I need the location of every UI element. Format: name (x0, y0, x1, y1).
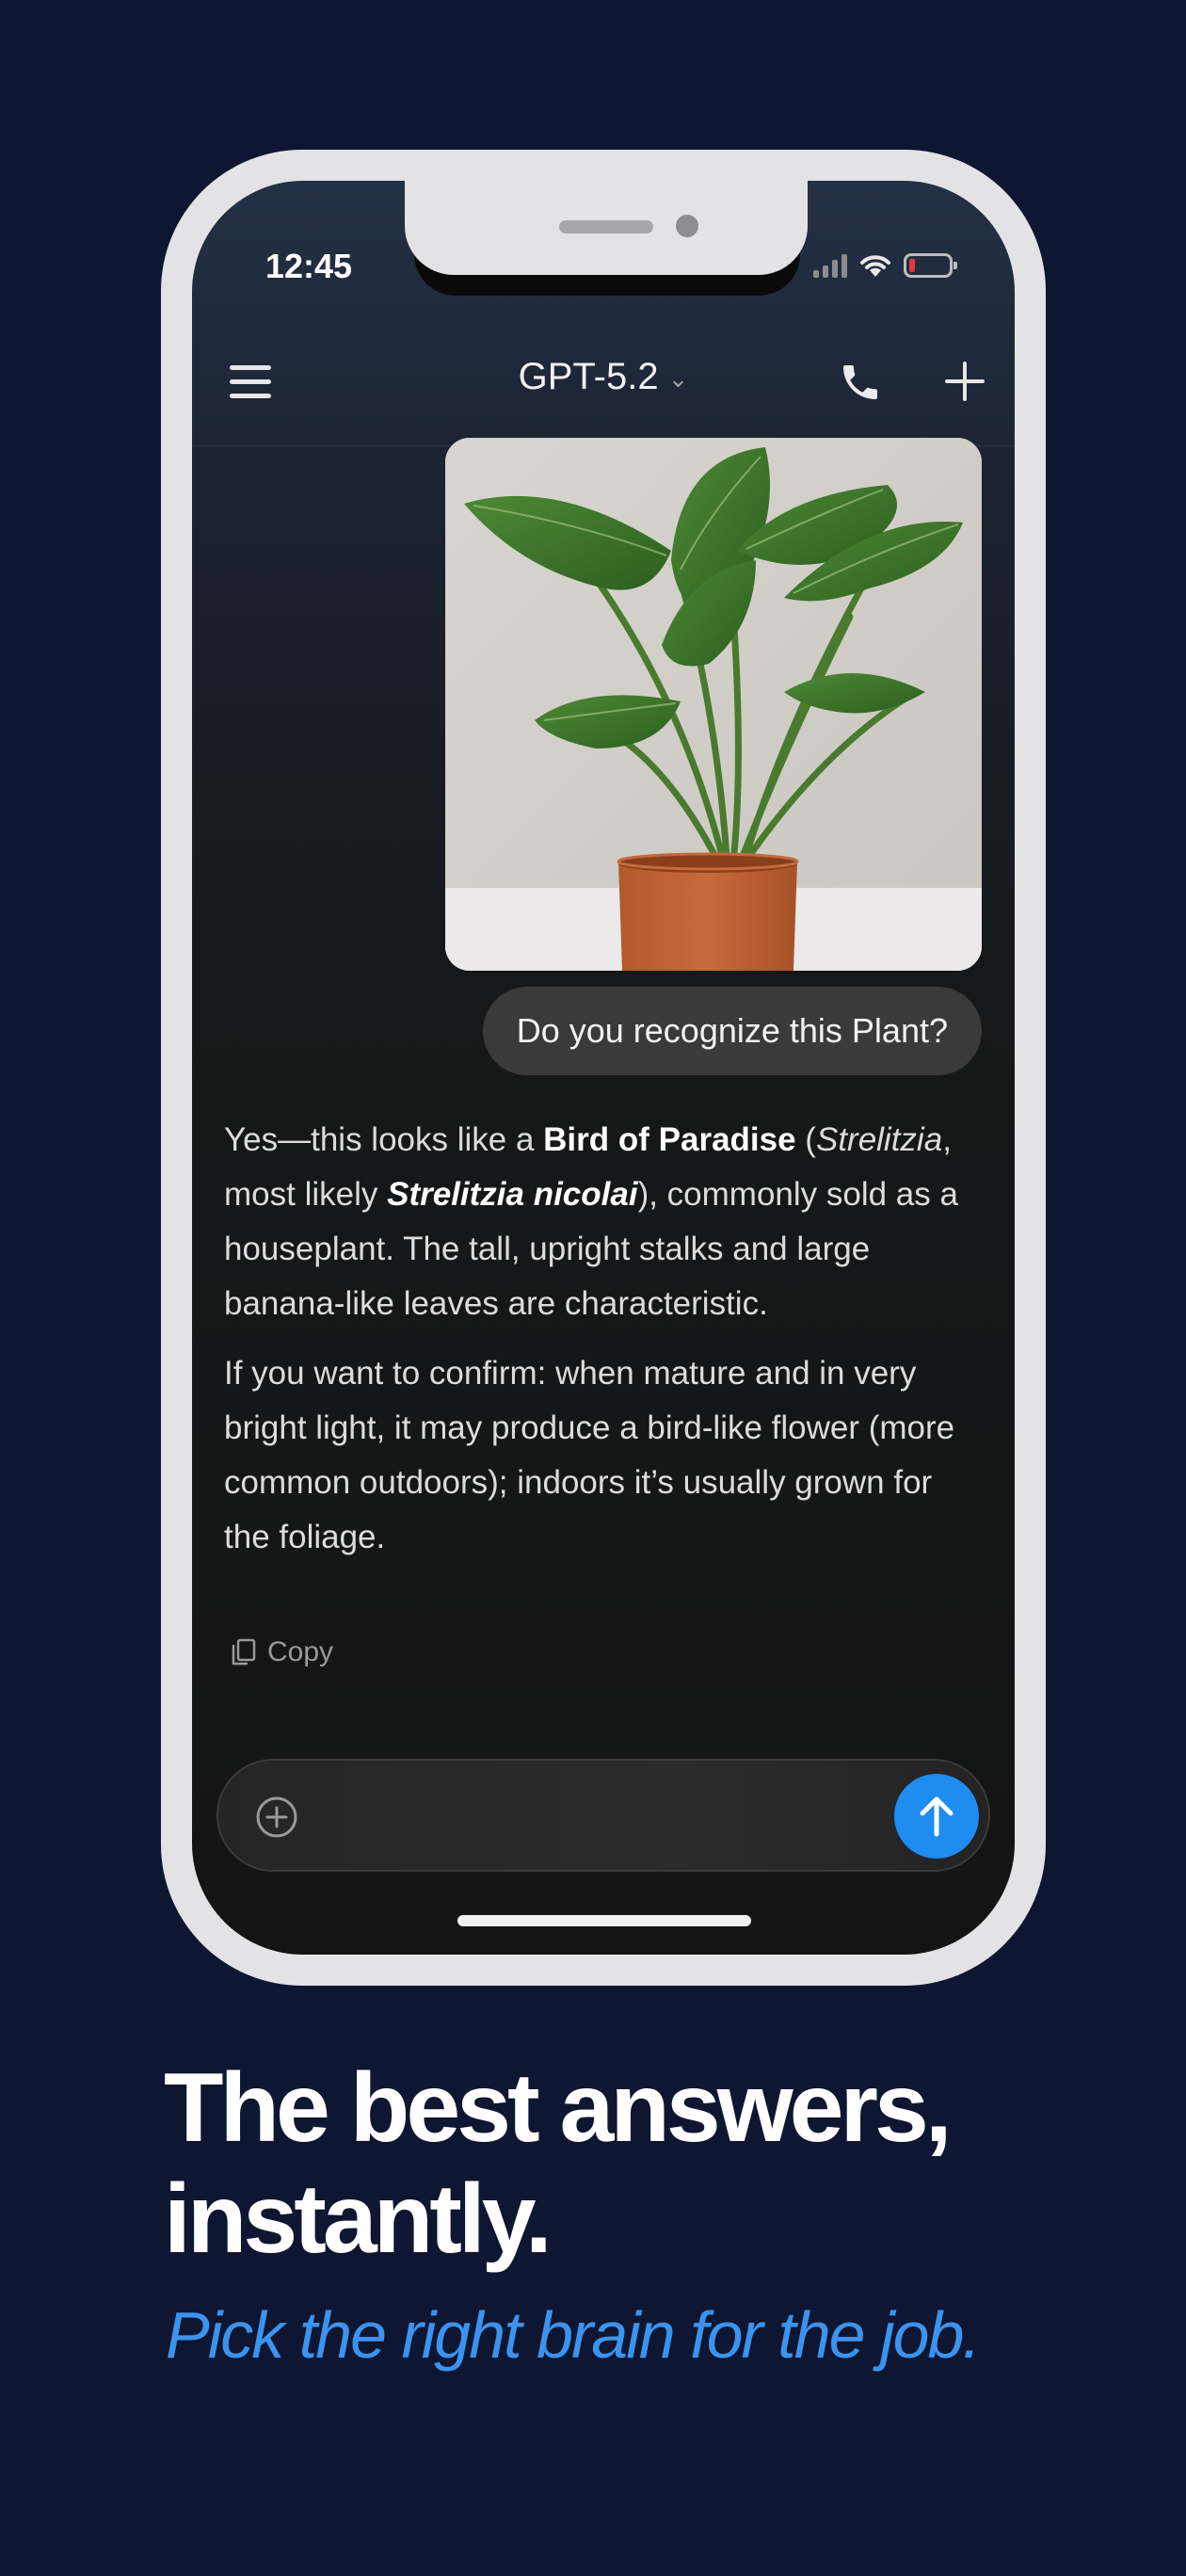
wifi-icon (860, 255, 890, 277)
signal-icon (813, 253, 847, 278)
assistant-paragraph-2: If you want to confirm: when mature and … (224, 1355, 955, 1555)
plant-photo (445, 438, 982, 971)
model-selector[interactable]: GPT-5.2 ⌄ (192, 356, 1015, 398)
model-name: GPT-5.2 (518, 356, 659, 397)
response-bold-text: Bird of Paradise (543, 1121, 796, 1158)
chevron-down-icon: ⌄ (667, 363, 689, 393)
battery-icon (904, 253, 957, 278)
copy-button[interactable]: Copy (230, 1636, 333, 1668)
response-text: ( (795, 1121, 816, 1158)
arrow-up-icon (920, 1796, 954, 1837)
notch (405, 181, 808, 275)
add-circle-icon[interactable] (254, 1795, 299, 1840)
plus-icon[interactable] (945, 362, 985, 401)
message-input[interactable] (322, 1781, 849, 1851)
assistant-paragraph-1: Yes—this looks like a Bird of Paradise (… (224, 1113, 977, 1331)
home-indicator[interactable] (457, 1915, 751, 1926)
uploaded-plant-image[interactable] (445, 438, 982, 971)
phone-frame: 12:45 GPT-5.2 ⌄ Do you recognize this Pl… (161, 150, 1046, 1986)
top-bar: GPT-5.2 ⌄ (192, 322, 1015, 446)
headline-line-2: instantly. (164, 2165, 553, 2274)
copy-icon (232, 1638, 256, 1666)
front-camera (676, 215, 698, 237)
send-button[interactable] (894, 1774, 979, 1859)
response-text: Yes—this looks like a (224, 1121, 544, 1158)
copy-label: Copy (267, 1636, 334, 1667)
marketing-tagline: Pick the right brain for the job. (166, 2298, 981, 2372)
marketing-headline: The best answers, instantly. (164, 2053, 1105, 2275)
phone-screen: 12:45 GPT-5.2 ⌄ Do you recognize this Pl… (192, 181, 1015, 1955)
assistant-response: Yes—this looks like a Bird of Paradise (… (224, 1113, 977, 1580)
speaker-grille (559, 220, 653, 233)
message-composer (216, 1759, 990, 1872)
headline-line-1: The best answers, (164, 2053, 953, 2163)
response-italic-text: Strelitzia (815, 1121, 943, 1158)
user-message-bubble: Do you recognize this Plant? (482, 987, 982, 1075)
phone-icon[interactable] (838, 360, 883, 405)
response-bold-italic-text: Strelitzia nicolai (387, 1176, 638, 1213)
status-time: 12:45 (265, 247, 353, 285)
status-icons (813, 252, 957, 279)
